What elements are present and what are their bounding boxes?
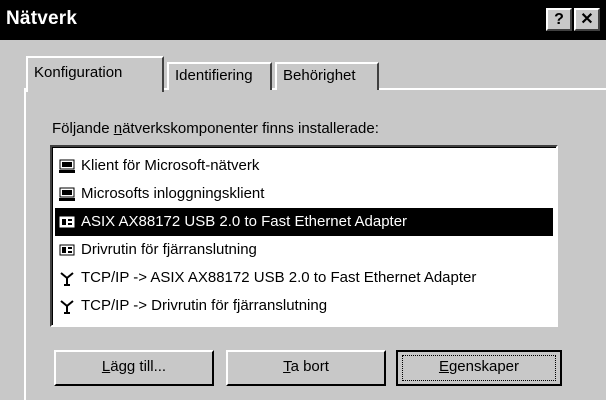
components-label: Följande nätverkskomponenter finns insta… <box>52 120 379 137</box>
tab-konfiguration[interactable]: Konfiguration <box>26 56 164 92</box>
close-button[interactable]: ✕ <box>574 8 600 31</box>
tab-identifiering[interactable]: Identifiering <box>167 62 272 90</box>
window-title: Nätverk <box>6 8 78 29</box>
network-client-icon <box>59 159 75 173</box>
list-item[interactable]: TCP/IP -> ASIX AX88172 USB 2.0 to Fast E… <box>55 264 553 292</box>
network-adapter-icon <box>59 216 75 228</box>
list-item[interactable]: TCP/IP -> Drivrutin för fjärranslutning <box>55 292 553 320</box>
network-dialog: Nätverk ? ✕ Konfiguration Identifiering … <box>0 0 606 400</box>
components-list[interactable]: Klient för Microsoft-nätverk Microsofts … <box>50 145 558 327</box>
tab-behorighet[interactable]: Behörighet <box>275 62 379 90</box>
protocol-icon <box>60 272 74 286</box>
list-item[interactable]: Drivrutin för fjärranslutning <box>55 236 553 264</box>
properties-button[interactable]: Egenskaper <box>396 350 562 386</box>
list-item[interactable]: Klient för Microsoft-nätverk <box>55 152 553 180</box>
network-client-icon <box>59 187 75 201</box>
remove-button[interactable]: Ta bort <box>226 350 386 386</box>
list-item[interactable]: Microsofts inloggningsklient <box>55 180 553 208</box>
close-icon: ✕ <box>580 11 594 28</box>
add-button[interactable]: Lägg till... <box>54 350 214 386</box>
network-adapter-icon <box>59 244 75 256</box>
help-button[interactable]: ? <box>546 8 572 31</box>
title-bar[interactable]: Nätverk ? ✕ <box>0 0 606 40</box>
protocol-icon <box>60 300 74 314</box>
list-item[interactable]: ASIX AX88172 USB 2.0 to Fast Ethernet Ad… <box>55 208 553 236</box>
